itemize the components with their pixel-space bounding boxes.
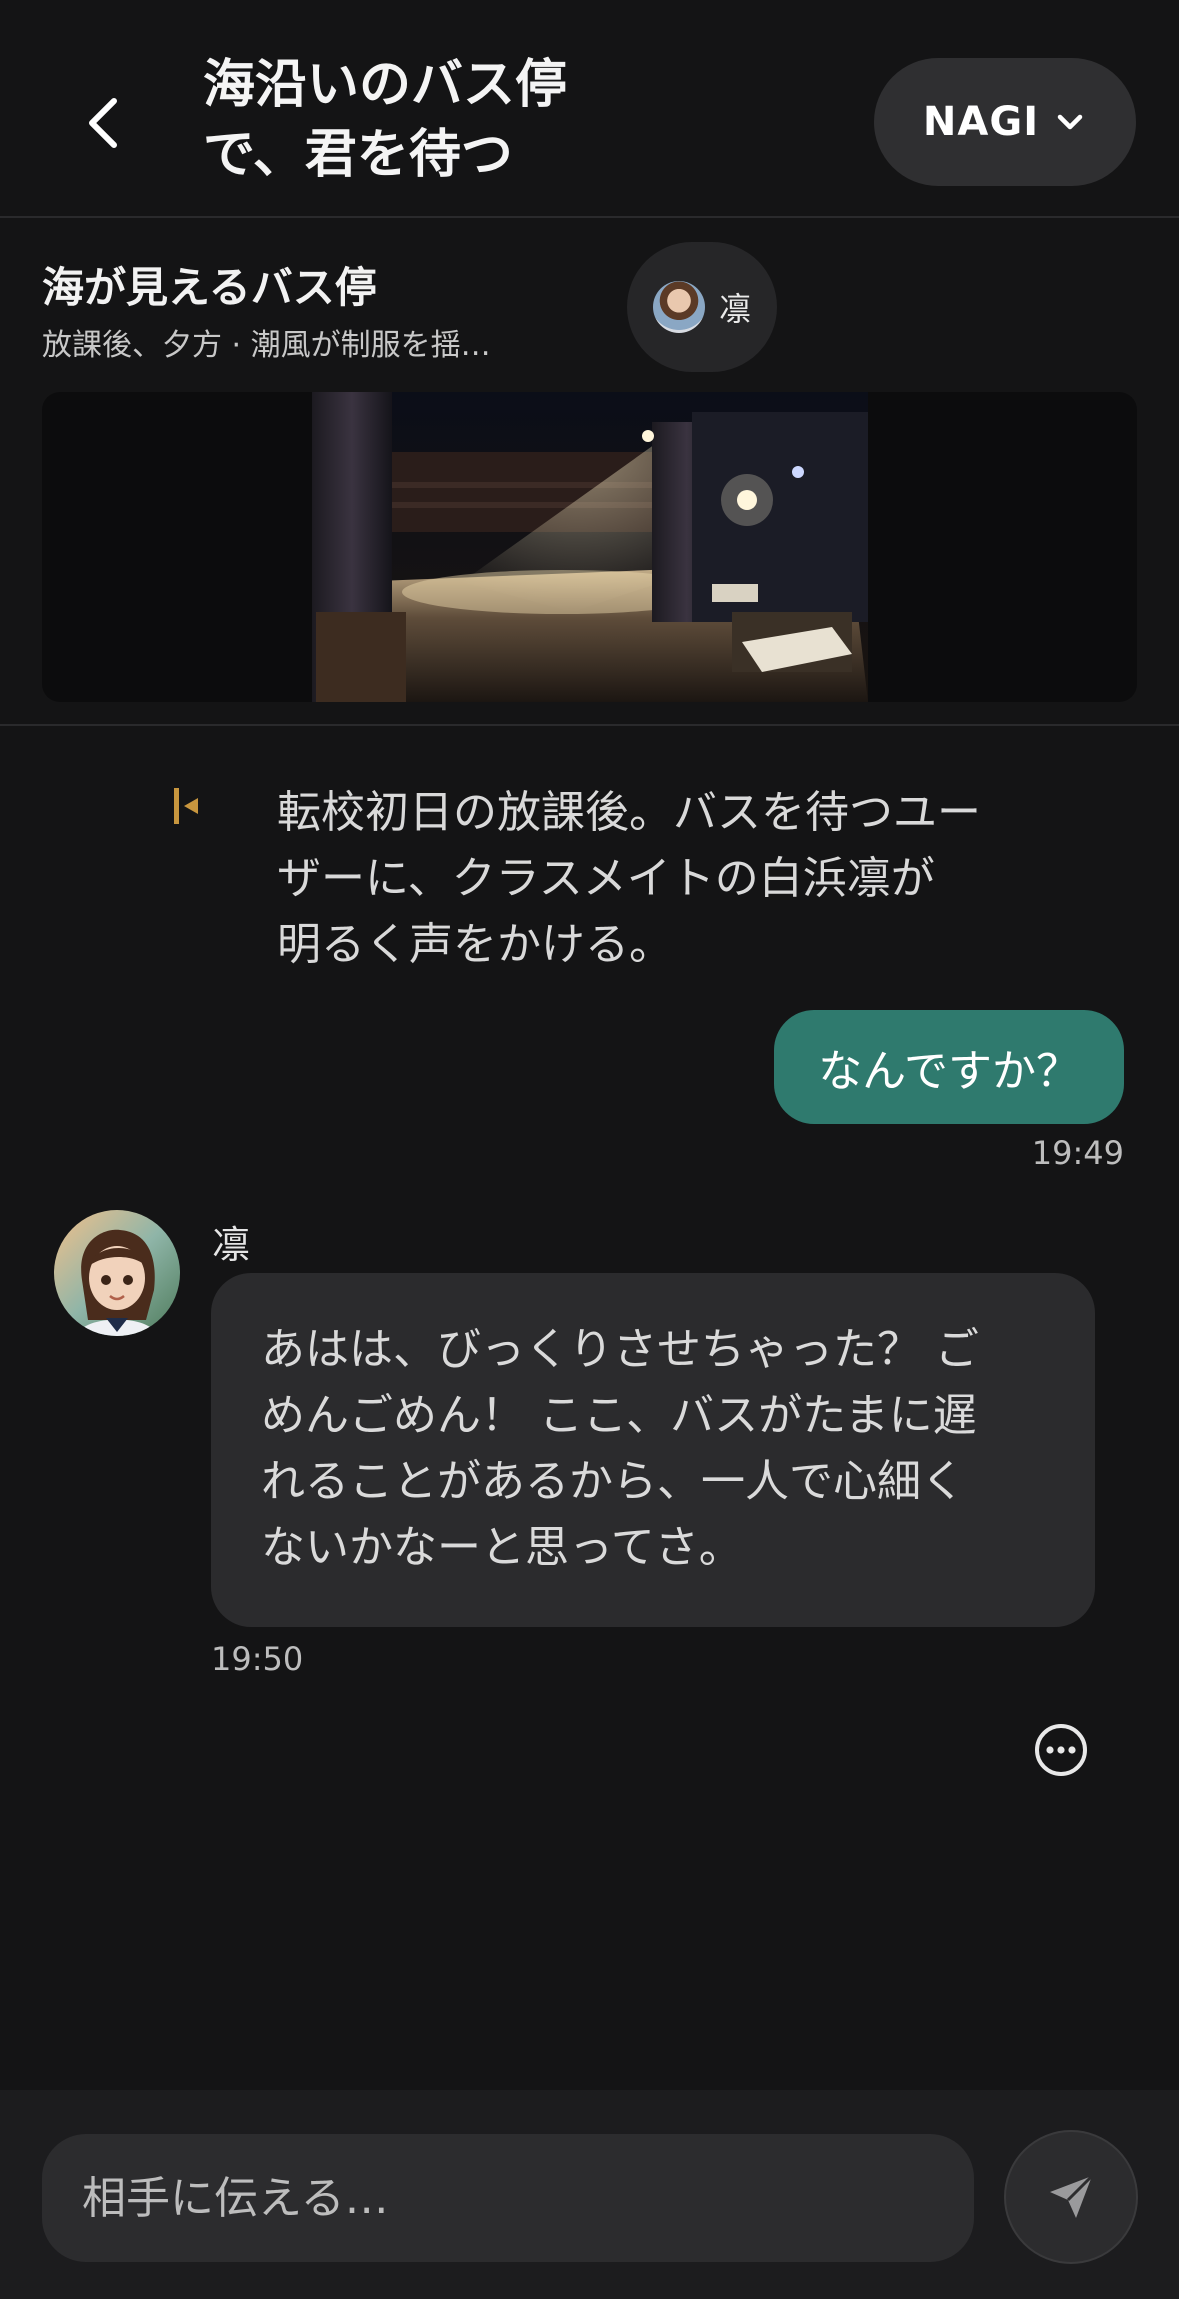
send-icon (1050, 2174, 1094, 2218)
character-name: 凛 (212, 1223, 251, 1267)
user-message-bubble[interactable]: なんですか？ (774, 1010, 1124, 1124)
avatar[interactable] (54, 1210, 180, 1336)
page-title: 海沿いのバス停 で、君を待つ (203, 55, 568, 185)
user-selector-button[interactable]: NAGI (874, 58, 1136, 186)
message-input[interactable] (42, 2134, 974, 2262)
chevron-down-icon (1057, 114, 1083, 130)
character-chip[interactable]: 凛 (627, 242, 777, 372)
scene-image-frame (42, 392, 1137, 702)
send-button[interactable] (1004, 2130, 1138, 2264)
scene-section: 海が見えるバス停 放課後、夕方 · 潮風が制服を揺… 凛 (0, 220, 1179, 726)
more-icon[interactable] (1033, 1722, 1089, 1778)
composer (0, 2090, 1179, 2299)
narration-marker-icon (174, 788, 198, 824)
narration-text: 転校初日の放課後。バスを待つユー ザーに、クラスメイトの白浜凛が 明るく声をかけ… (277, 787, 981, 970)
character-chip-label: 凛 (718, 290, 751, 328)
scene-subtitle: 放課後、夕方 · 潮風が制服を揺… (42, 328, 491, 363)
header: 海沿いのバス停 で、君を待つ NAGI (0, 0, 1179, 218)
character-message-bubble[interactable]: あはは、びっくりさせちゃった？ ご めんごめん！ ここ、バスがたまに遅 れること… (211, 1273, 1095, 1627)
chevron-left-icon (89, 98, 117, 148)
back-button[interactable] (60, 78, 150, 168)
character-chip-avatar (652, 281, 705, 333)
character-message-time: 19:50 (211, 1640, 304, 1678)
user-name: NAGI (922, 99, 1040, 145)
scene-image (312, 392, 868, 702)
user-message-time: 19:49 (1031, 1134, 1124, 1172)
scene-title: 海が見えるバス停 (42, 263, 377, 312)
chat-screen: 海沿いのバス停 で、君を待つ NAGI 海が見えるバス停 放課後、夕方 · 潮風… (0, 0, 1179, 2299)
